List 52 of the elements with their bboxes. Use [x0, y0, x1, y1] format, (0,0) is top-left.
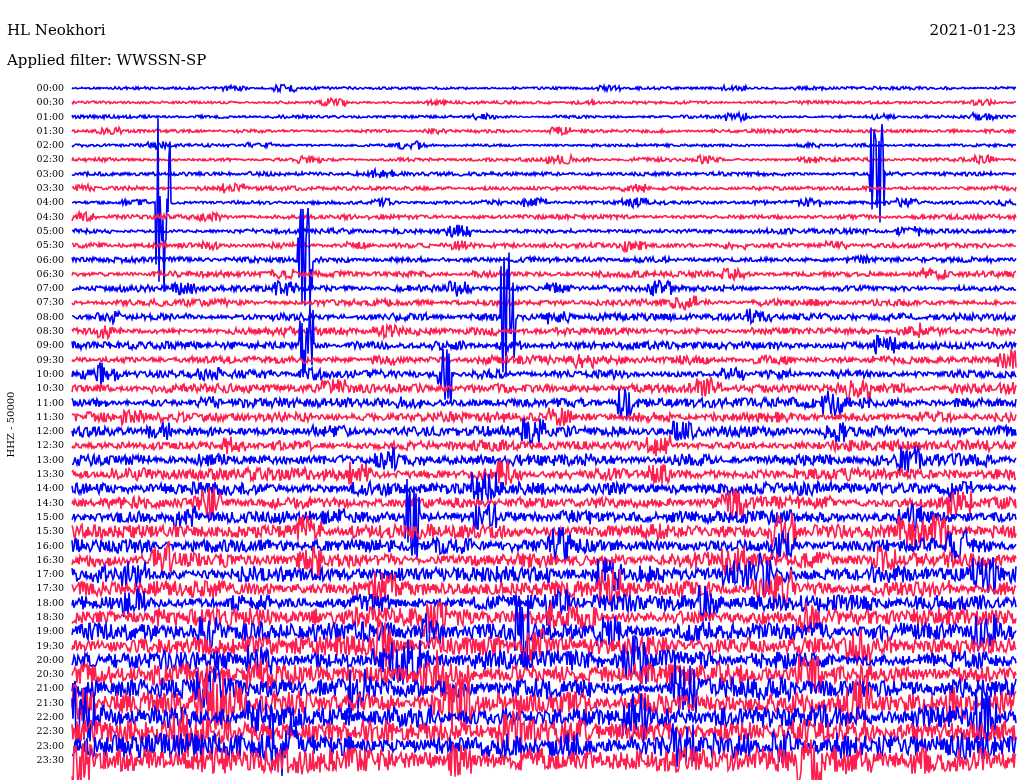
time-label: 18:30 [35, 610, 64, 624]
time-label: 11:00 [35, 395, 64, 410]
time-label: 00:30 [35, 95, 64, 110]
station-title: HL Neokhori [7, 20, 106, 41]
time-label: 16:00 [35, 538, 64, 553]
time-label: 14:00 [35, 481, 64, 496]
time-label: 21:30 [35, 695, 64, 710]
time-label: 17:30 [35, 581, 64, 596]
time-label: 09:30 [35, 352, 64, 367]
time-label: 05:30 [35, 238, 64, 253]
time-label: 14:30 [35, 495, 64, 510]
time-label: 08:00 [35, 309, 64, 324]
time-label: 01:00 [35, 109, 64, 124]
time-label: 09:00 [35, 338, 64, 353]
time-label: 22:00 [35, 710, 64, 725]
time-label: 23:00 [35, 738, 64, 753]
time-label: 02:30 [35, 152, 64, 167]
time-label: 21:00 [35, 681, 64, 696]
time-label: 01:30 [35, 123, 64, 138]
time-label: 12:30 [35, 438, 64, 453]
time-label: 18:00 [35, 595, 64, 610]
time-label: 19:00 [35, 624, 64, 639]
time-label: 07:30 [35, 295, 64, 310]
time-label: 05:00 [35, 223, 64, 238]
time-label: 16:30 [35, 552, 64, 567]
time-label: 15:00 [35, 509, 64, 524]
time-label: 10:30 [35, 381, 64, 396]
time-label: 10:00 [35, 366, 64, 381]
time-label: 03:00 [35, 166, 64, 181]
time-label: 08:30 [35, 324, 64, 339]
time-label: 02:00 [35, 138, 64, 153]
filter-label: Applied filter: WWSSN-SP [7, 51, 207, 69]
time-label: 20:00 [35, 652, 64, 667]
time-label: 03:30 [35, 181, 64, 196]
time-label: 23:30 [35, 752, 64, 767]
time-label: 15:30 [35, 524, 64, 539]
time-label: 06:00 [35, 252, 64, 267]
plot-date: 2021-01-23 [929, 20, 1016, 41]
time-label: 11:30 [35, 409, 64, 424]
time-label: 06:30 [35, 266, 64, 281]
time-label: 13:00 [35, 452, 64, 467]
time-label: 07:00 [35, 281, 64, 296]
time-label: 04:30 [35, 209, 64, 224]
time-label: 17:00 [35, 567, 64, 582]
time-label: 20:30 [35, 667, 64, 682]
time-label: 22:30 [35, 724, 64, 739]
time-label: 04:00 [35, 195, 64, 210]
time-label: 19:30 [35, 638, 64, 653]
axis-label: HHZ - 50000 [5, 391, 17, 457]
time-label: 12:00 [35, 424, 64, 439]
time-label: 13:30 [35, 467, 64, 481]
time-label: 00:00 [35, 81, 64, 95]
